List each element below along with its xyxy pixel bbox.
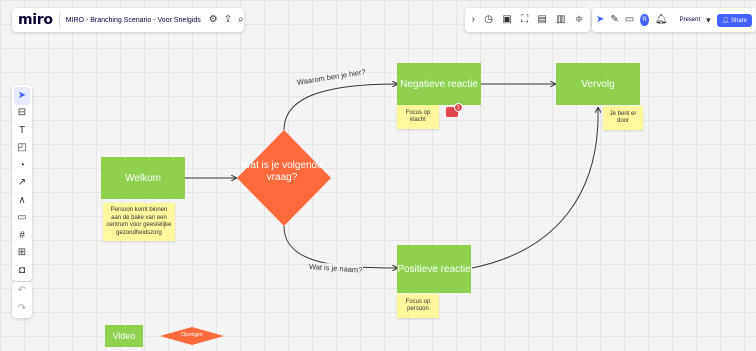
divider bbox=[58, 13, 60, 27]
card-icon[interactable]: ▤ bbox=[537, 15, 546, 25]
vervolg-node[interactable]: Vervolg bbox=[556, 63, 640, 105]
present-button[interactable]: Present bbox=[679, 17, 700, 23]
doc-icon[interactable]: ▥ bbox=[556, 15, 565, 25]
select-cursor-icon[interactable]: ➤ bbox=[14, 87, 30, 105]
share-button[interactable]: 👤︎ Share bbox=[716, 13, 752, 27]
template-icon[interactable]: ⊟ bbox=[18, 105, 26, 123]
timer-icon[interactable]: ◷ bbox=[484, 15, 493, 25]
board-header-panel: miro MIRO - Branching Scenario - Voor Sn… bbox=[12, 8, 244, 32]
vervolg-sticky[interactable]: Je bent er door bbox=[603, 106, 643, 130]
positieve-reactie-node[interactable]: Positieve reactie bbox=[397, 245, 471, 293]
pointer-icon[interactable]: ➤ bbox=[596, 15, 604, 25]
welkom-node[interactable]: Welkom bbox=[101, 157, 185, 199]
undo-redo-panel: ↶ ↷ bbox=[12, 282, 32, 318]
focus-icon[interactable]: ⛶ bbox=[521, 15, 528, 25]
sticky-note-icon[interactable]: ◰ bbox=[17, 140, 26, 158]
tool-sidebar: ➤ ⊟ T ◰ ◔ ↗ ∧ ▭ # ⊞ ◘ bbox=[12, 85, 32, 281]
collaboration-panel: ➤ ✎ ▭ R 🔔︎ Present ▾ 👤︎ Share bbox=[592, 8, 756, 32]
comment-tool-icon[interactable]: ▭ bbox=[17, 210, 26, 228]
frame-icon[interactable]: ▣ bbox=[502, 15, 511, 25]
connection-icon[interactable]: ∧ bbox=[18, 192, 25, 210]
text-icon[interactable]: T bbox=[19, 122, 25, 140]
shapes-icon[interactable]: ◔ bbox=[19, 157, 25, 175]
upload-tool-icon[interactable]: ⊞ bbox=[18, 245, 26, 263]
more-icon[interactable]: ≑ bbox=[575, 15, 583, 25]
avatar[interactable]: R bbox=[640, 14, 649, 26]
miro-logo[interactable]: miro bbox=[18, 12, 53, 28]
question-text: Wat is je volgende vraag? bbox=[241, 160, 323, 183]
pen-icon[interactable]: ↗ bbox=[18, 175, 26, 193]
connector-question-positieve[interactable] bbox=[283, 225, 397, 268]
connector-question-negatieve[interactable] bbox=[283, 84, 397, 131]
positieve-sticky[interactable]: Focus op persoon bbox=[397, 294, 439, 318]
opvolgen-text: Opvolgen bbox=[181, 332, 203, 338]
more-tools-icon[interactable]: ◘ bbox=[19, 262, 25, 280]
search-icon[interactable]: ⌕ bbox=[238, 15, 244, 25]
video-node[interactable]: Video bbox=[105, 325, 143, 347]
redo-icon[interactable]: ↷ bbox=[18, 304, 26, 314]
share-label: Share bbox=[730, 17, 747, 24]
top-tools-panel: › ◷ ▣ ⛶ ▤ ▥ ≑ bbox=[465, 8, 590, 32]
comment-count-badge: 1 bbox=[454, 103, 463, 112]
gear-icon[interactable]: ⚙ bbox=[209, 15, 218, 25]
connector-positieve-vervolg[interactable] bbox=[471, 108, 598, 269]
undo-icon[interactable]: ↶ bbox=[18, 286, 26, 296]
welkom-sticky[interactable]: Persoon komt binnen aan de balie van een… bbox=[103, 203, 175, 241]
bell-icon[interactable]: 🔔︎ bbox=[655, 15, 668, 25]
chevron-right-icon[interactable]: › bbox=[472, 15, 475, 25]
reaction-icon[interactable]: ✎ bbox=[610, 15, 618, 25]
board-title[interactable]: MIRO - Branching Scenario - Voor Snelgid… bbox=[66, 17, 201, 24]
negatieve-reactie-node[interactable]: Negatieve reactie bbox=[397, 63, 481, 105]
negatieve-sticky[interactable]: Focus op klacht bbox=[397, 105, 439, 129]
chevron-down-icon[interactable]: ▾ bbox=[706, 15, 711, 26]
comment-icon[interactable]: ▭ bbox=[625, 15, 634, 25]
frame-tool-icon[interactable]: # bbox=[19, 227, 25, 245]
upload-icon[interactable]: ⇪ bbox=[224, 15, 232, 25]
